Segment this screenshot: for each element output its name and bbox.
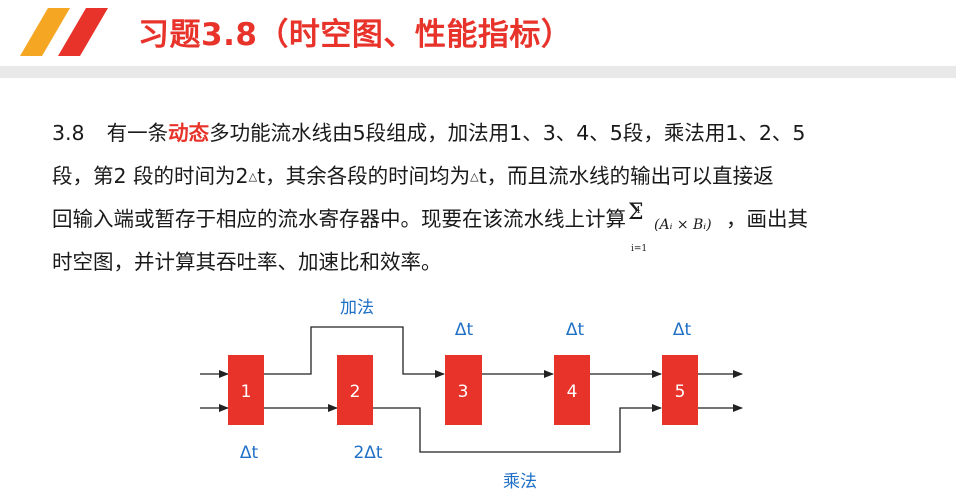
stage-label: 2 (350, 382, 361, 402)
stage-label: 4 (567, 382, 578, 402)
stage-label: 1 (241, 382, 252, 402)
addition-path-label: 加法 (340, 298, 374, 318)
stage-time-label: 2Δt (353, 443, 382, 463)
stage-time-label: Δt (566, 320, 585, 340)
stage-labels: 1 2 3 4 5 (241, 382, 686, 402)
stage-time-label: Δt (455, 320, 474, 340)
stage-time-label: Δt (240, 443, 259, 463)
stage-label: 5 (675, 382, 686, 402)
multiplication-path-label: 乘法 (503, 472, 537, 492)
stage-label: 3 (458, 382, 469, 402)
stage-time-label: Δt (673, 320, 692, 340)
pipeline-diagram: 1 2 3 4 5 Δt 2Δt Δt Δt Δt 加法 乘法 (200, 298, 743, 492)
